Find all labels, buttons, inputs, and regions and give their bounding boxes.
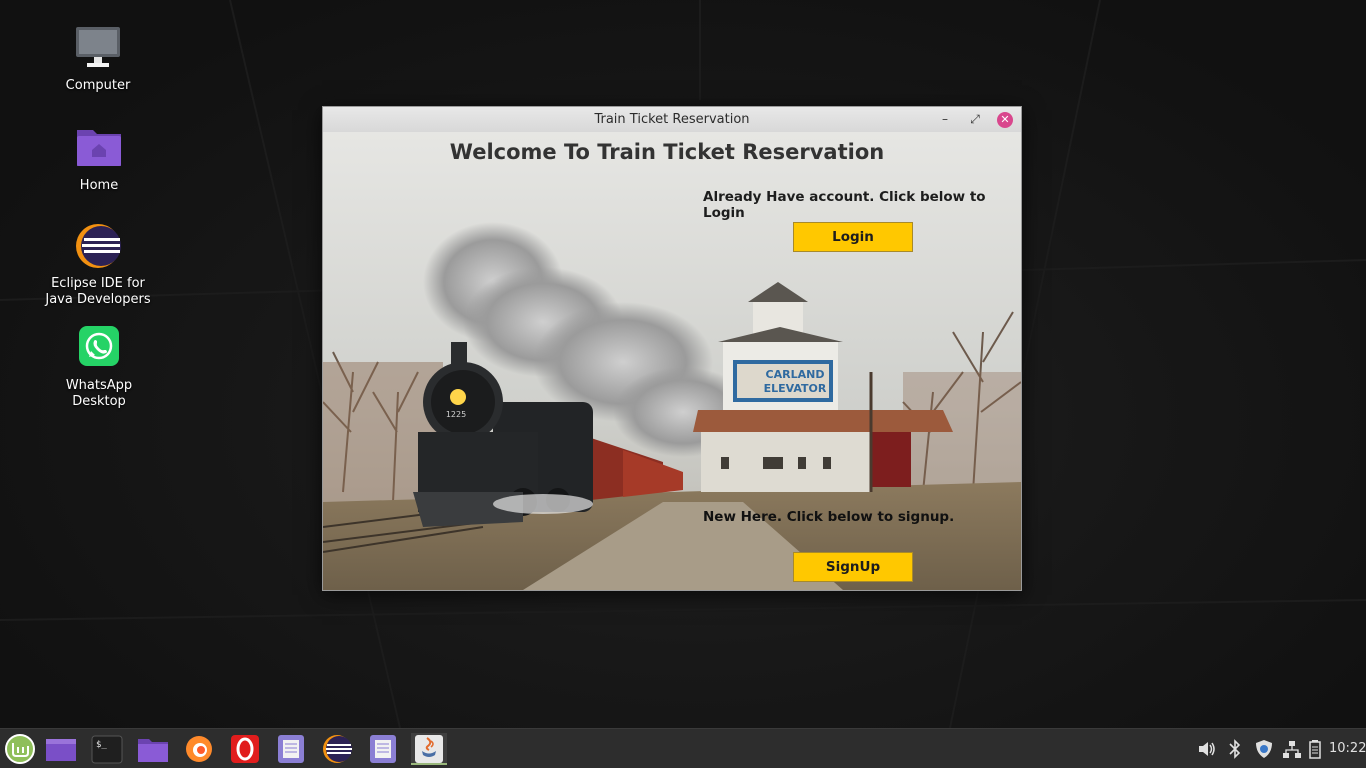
- opera-icon: [231, 735, 259, 763]
- update-manager-button[interactable]: [1254, 729, 1274, 768]
- network-button[interactable]: [1282, 729, 1302, 768]
- files-button[interactable]: [135, 733, 171, 765]
- volume-icon: [1199, 742, 1215, 756]
- java-icon: [415, 735, 443, 763]
- window-titlebar[interactable]: Train Ticket Reservation – ⤢ ✕: [323, 107, 1021, 132]
- opera-button[interactable]: [227, 733, 263, 765]
- text-editor-icon: [278, 735, 304, 763]
- files-icon: [138, 739, 168, 762]
- desktop-icon-label: Computer: [65, 78, 131, 93]
- eclipse-icon: [323, 735, 352, 763]
- close-button[interactable]: ✕: [997, 112, 1013, 128]
- maximize-button[interactable]: ⤢: [967, 112, 983, 128]
- computer-icon: [74, 24, 122, 72]
- battery-button[interactable]: [1307, 729, 1323, 768]
- show-desktop-icon: [46, 739, 76, 761]
- eclipse-icon: [74, 222, 122, 270]
- desktop-icon-eclipse[interactable]: Eclipse IDE for Java Developers: [43, 222, 153, 308]
- page-title: Welcome To Train Ticket Reservation: [449, 140, 885, 164]
- firefox-button[interactable]: [181, 733, 217, 765]
- bluetooth-button[interactable]: [1226, 729, 1244, 768]
- mint-menu-icon: [5, 734, 35, 764]
- desktop-icon-label: Eclipse IDE for Java Developers: [45, 276, 151, 307]
- desktop-icon-whatsapp[interactable]: WhatsApp Desktop: [44, 324, 154, 410]
- terminal-icon: $_: [91, 735, 123, 764]
- desktop-icon-label: Home: [79, 178, 119, 193]
- whatsapp-icon: [75, 324, 123, 372]
- sign-line2: ELEVATOR: [764, 382, 827, 395]
- window-content: CARLAND ELEVATOR 1225 Welcome To Train T…: [323, 132, 1021, 590]
- taskbar: $_ 10:22: [0, 728, 1366, 768]
- signup-button[interactable]: SignUp: [793, 552, 913, 582]
- network-icon: [1283, 741, 1301, 758]
- firefox-icon: [186, 736, 212, 762]
- window-title: Train Ticket Reservation: [594, 112, 750, 127]
- svg-text:$_: $_: [96, 740, 107, 750]
- home-folder-icon: [75, 124, 123, 172]
- update-shield-icon: [1256, 740, 1272, 758]
- desktop-icon-home[interactable]: Home: [44, 124, 154, 194]
- battery-icon: [1309, 740, 1321, 759]
- mint-menu-button[interactable]: [2, 733, 38, 765]
- desktop-icon-computer[interactable]: Computer: [43, 24, 153, 94]
- login-prompt: Already Have account. Click below to Log…: [703, 189, 986, 221]
- java-app-button[interactable]: [411, 733, 447, 765]
- app-window: Train Ticket Reservation – ⤢ ✕ CARLAND E…: [322, 106, 1022, 591]
- eclipse-taskbar-button[interactable]: [319, 733, 355, 765]
- text-editor-icon: [370, 735, 396, 763]
- signup-prompt: New Here. Click below to signup.: [703, 509, 955, 525]
- text-editor-button[interactable]: [273, 733, 309, 765]
- desktop-icon-label: WhatsApp Desktop: [65, 378, 133, 409]
- text-editor-button-2[interactable]: [365, 733, 401, 765]
- login-button[interactable]: Login: [793, 222, 913, 252]
- sign-line1: CARLAND: [766, 368, 825, 381]
- engine-number: 1225: [446, 410, 466, 419]
- volume-button[interactable]: [1196, 729, 1216, 768]
- clock[interactable]: 10:22: [1329, 729, 1366, 768]
- bluetooth-icon: [1229, 739, 1241, 759]
- terminal-button[interactable]: $_: [89, 733, 125, 765]
- show-desktop-button[interactable]: [43, 733, 79, 765]
- minimize-button[interactable]: –: [937, 112, 953, 128]
